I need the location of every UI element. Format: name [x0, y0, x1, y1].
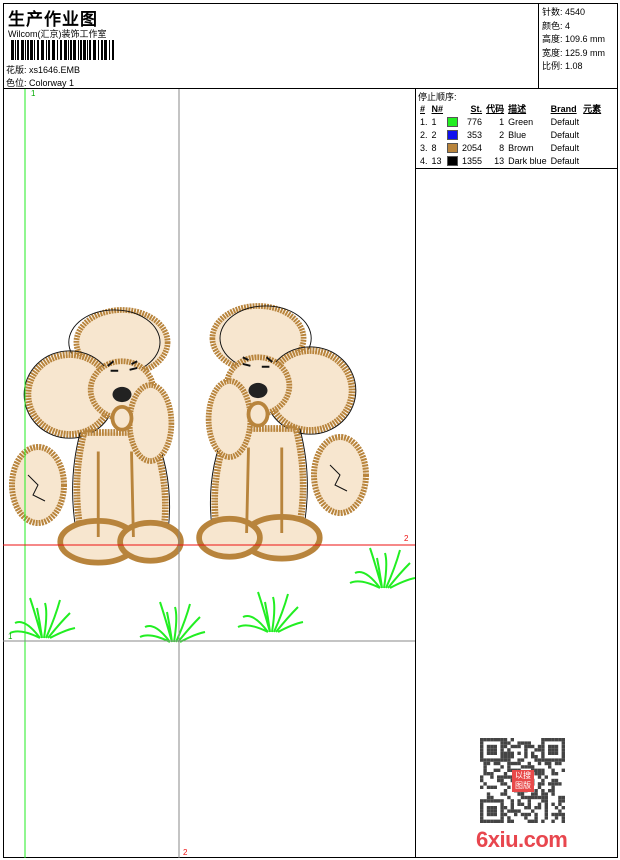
col-needle: N#	[431, 103, 444, 114]
color-swatch	[447, 142, 459, 153]
company-name: Wilcom(汇京)装饰工作室	[8, 29, 107, 39]
stat-height: 高度: 109.6 mm	[542, 34, 606, 44]
col-code: 代码	[486, 104, 505, 114]
stop-row[interactable]: 1. 1 776 1 Green Default	[418, 115, 603, 128]
colorway: 色位: Colorway 1	[6, 76, 74, 89]
design-file: 花版: xs1646.EMB	[6, 63, 80, 76]
color-swatch	[447, 129, 459, 140]
stop-row[interactable]: 2. 2 353 2 Blue Default	[418, 128, 603, 141]
colorway-label: 色位:	[6, 78, 27, 88]
guide-label-h1: 1	[8, 632, 13, 641]
stamp-logo: 以搜 图版	[512, 770, 534, 792]
col-stitches: St.	[470, 103, 483, 114]
grass-tufts	[9, 547, 415, 643]
barcode	[11, 40, 114, 60]
stat-stitches: 针数: 4540	[542, 7, 586, 17]
col-description: 描述	[508, 104, 527, 114]
stat-colors: 颜色: 4	[542, 20, 571, 31]
design-value: xs1646.EMB	[29, 65, 81, 75]
design-label: 花版:	[6, 65, 27, 75]
stop-sequence-table: # N# St. 代码 描述 Brand 元素 1. 1 776 1 Green Defa…	[418, 102, 603, 167]
stat-scale: 比例: 1.08	[542, 61, 583, 71]
col-brand: Brand	[550, 103, 577, 114]
color-swatch	[447, 155, 459, 166]
stats-box: 针数: 4540 颜色: 4 高度: 109.6 mm 宽度: 125.9 mm…	[538, 3, 618, 89]
col-index: #	[420, 103, 426, 114]
col-element: 元素	[583, 104, 602, 114]
stat-width: 宽度: 125.9 mm	[542, 47, 606, 58]
stop-row[interactable]: 4. 13 1355 13 Dark blue Default	[418, 154, 603, 167]
header: 生产作业图 Wilcom(汇京)装饰工作室 花版: xs1646.EMB 色位:…	[3, 3, 618, 89]
dog-left	[12, 310, 181, 563]
guide-label-h2: 2	[404, 534, 409, 543]
color-swatch	[447, 116, 459, 127]
guide-label-v1: 1	[31, 89, 36, 98]
guide-label-v2: 2	[183, 848, 188, 857]
dog-right	[199, 306, 366, 559]
stop-sequence-panel: 停止顺序: # N# St. 代码 描述 Brand 元素 1. 1 776 1 Gre…	[416, 89, 618, 169]
colorway-value: Colorway 1	[29, 78, 75, 88]
design-canvas: 1 1 2 2	[3, 89, 416, 858]
watermark-logo: 6xiu.com	[476, 827, 568, 852]
stop-row[interactable]: 3. 8 2054 8 Brown Default	[418, 141, 603, 154]
stop-sequence-title: 停止顺序:	[418, 92, 457, 102]
embroidery-preview	[3, 89, 415, 858]
